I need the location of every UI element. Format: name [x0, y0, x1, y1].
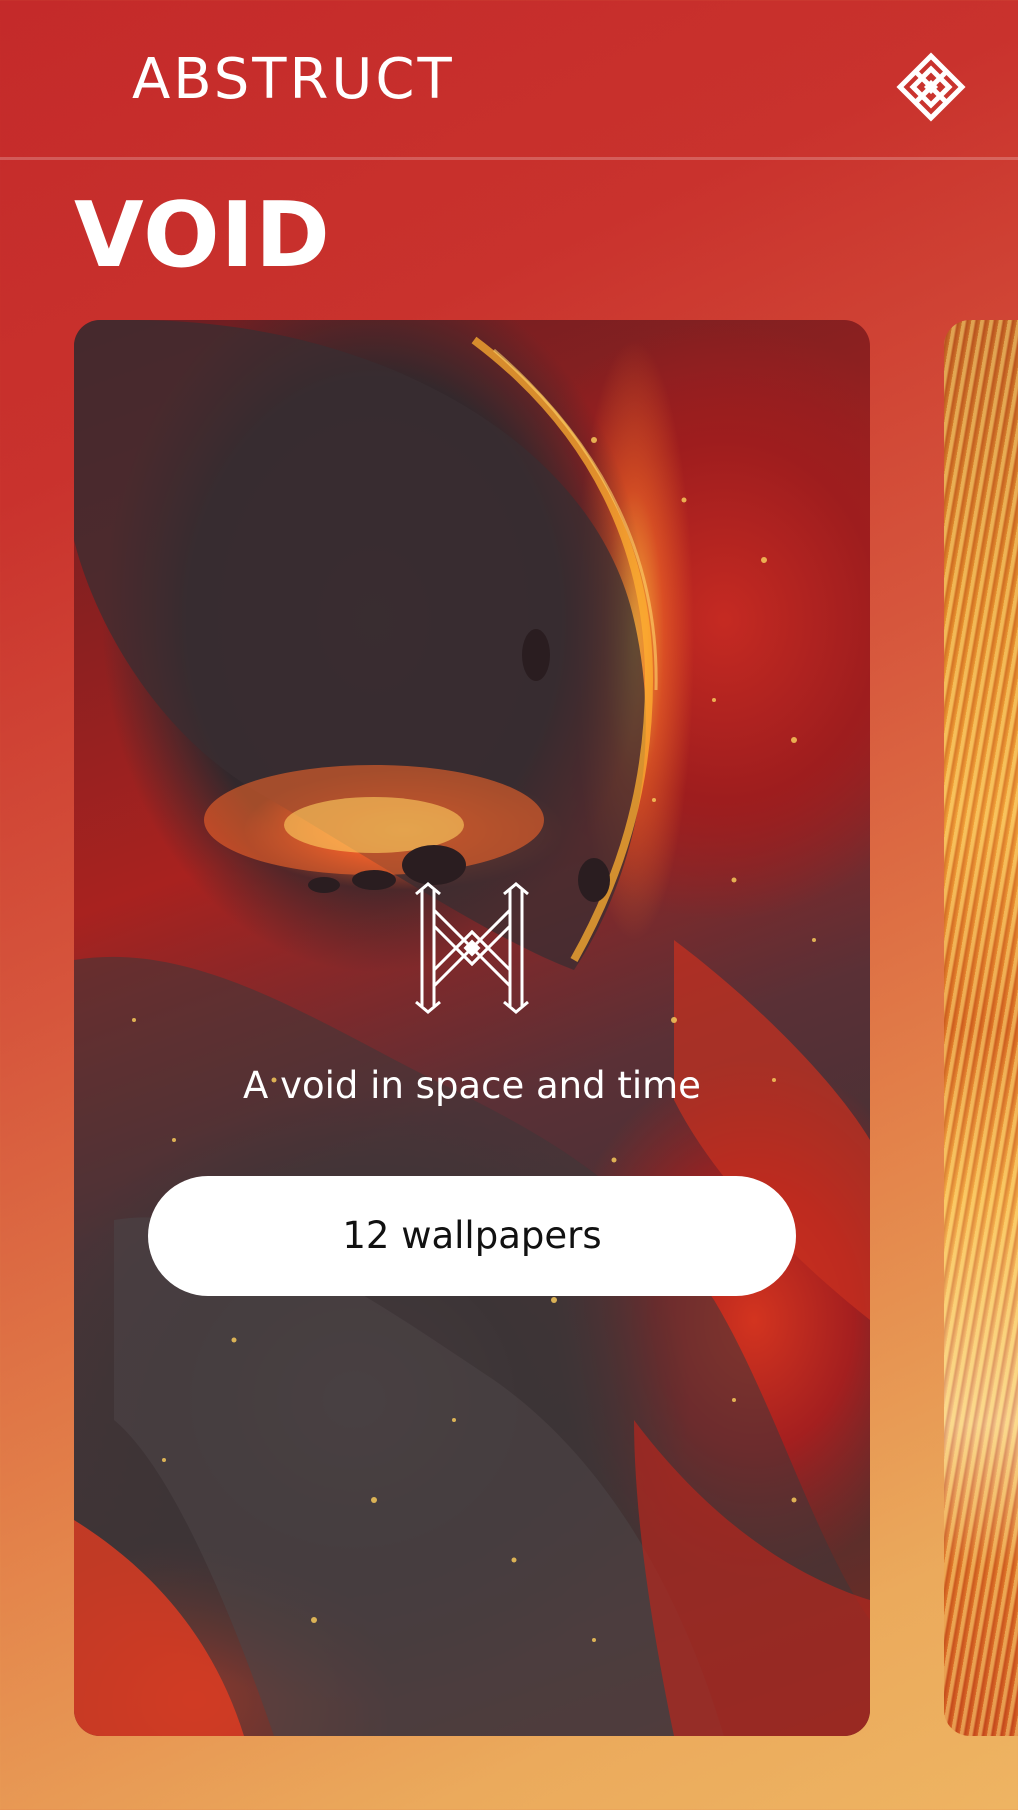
app-title: ABSTRUCT: [132, 47, 455, 112]
card-artwork: [74, 320, 870, 1736]
app-header: ABSTRUCT: [0, 0, 1018, 160]
wallpapers-button[interactable]: 12 wallpapers: [148, 1176, 796, 1296]
collection-subtitle: A void in space and time: [243, 1064, 701, 1107]
diamond-lattice-icon: [896, 52, 966, 122]
menu-button[interactable]: [896, 52, 966, 122]
collection-title: VOID: [74, 183, 331, 288]
collection-card[interactable]: A void in space and time 12 wallpapers: [74, 320, 870, 1736]
abstruct-monogram-icon: [408, 882, 536, 1014]
next-collection-card[interactable]: [944, 320, 1018, 1736]
